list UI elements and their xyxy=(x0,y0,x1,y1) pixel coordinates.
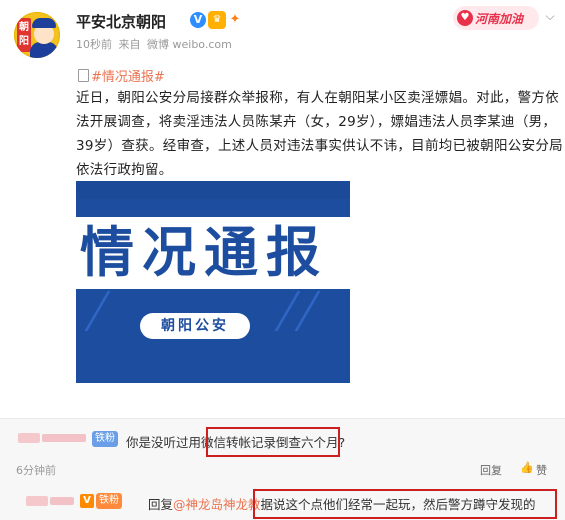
image-headline: 情况通报 xyxy=(76,217,350,289)
comment-avatar-blurred[interactable] xyxy=(26,496,48,506)
account-avatar[interactable]: 朝 阳 xyxy=(14,12,60,58)
reply-button[interactable]: 回复 xyxy=(480,462,502,478)
avatar-seal-char-2: 阳 xyxy=(19,36,29,47)
comment-text-prefix: 你是没听过用 xyxy=(126,435,202,450)
post-body: 近日，朝阳公安分局接群众举报称，有人在朝阳某小区卖淫嫖娼。对此，警方依 法开展调… xyxy=(76,86,563,182)
member-crown-icon: ♛ xyxy=(208,11,226,29)
comment-time: 6分钟前 xyxy=(16,464,56,477)
post-body-line: 法开展调查，将卖淫违法人员陈某卉（女，29岁），嫖娼违法人员李某迪（男， xyxy=(76,114,557,130)
post-meta: 10秒前 来自 微博 weibo.com xyxy=(76,36,235,52)
avatar-police-body xyxy=(30,42,58,58)
like-icon[interactable]: 👍 xyxy=(520,461,534,474)
post-source[interactable]: 微博 weibo.com xyxy=(147,38,232,51)
post-body-line: 39岁）查获。经审查，上述人员对违法事实供认不讳，目前均已被朝阳公安分局 xyxy=(76,138,563,154)
vip-badge-icon: V xyxy=(80,494,94,508)
image-decor-stripe xyxy=(294,291,321,331)
post-body-line: 近日，朝阳公安分局接群众举报称，有人在朝阳某小区卖淫嫖娼。对此，警方依 xyxy=(76,90,559,106)
verified-badge-icon: V xyxy=(190,12,206,28)
image-subtitle: 朝阳公安 xyxy=(140,313,250,339)
topic-icon xyxy=(78,69,89,82)
comment-avatar-blurred[interactable] xyxy=(18,433,40,443)
post-source-prefix: 来自 xyxy=(118,38,141,51)
fan-badge: 铁粉 xyxy=(92,431,118,447)
post-image[interactable]: 情况通报 朝阳公安 xyxy=(76,181,350,383)
highlight-box xyxy=(253,489,557,519)
comment-username-blurred[interactable] xyxy=(50,497,74,505)
heart-icon: ♥ xyxy=(457,10,473,26)
henan-support-badge: ♥ 河南加油 xyxy=(453,6,539,30)
comment-reply-prefix: 回复 xyxy=(148,497,174,512)
topic-text[interactable]: #情况通报# xyxy=(91,70,165,85)
flame-badge-icon: ✦ xyxy=(229,12,241,27)
post-time: 10秒前 xyxy=(76,38,112,51)
account-name[interactable]: 平安北京朝阳 xyxy=(76,11,166,32)
henan-support-text: 河南加油 xyxy=(475,12,524,26)
avatar-seal: 朝 阳 xyxy=(17,18,31,52)
fan-badge: 铁粉 xyxy=(96,493,122,509)
topic-link[interactable]: #情况通报# xyxy=(78,66,165,85)
chevron-down-icon[interactable]: ⌵ xyxy=(543,8,557,24)
image-decor-stripe xyxy=(84,291,111,331)
like-button[interactable]: 赞 xyxy=(536,462,547,478)
post-body-line: 依法行政拘留。 xyxy=(76,162,173,178)
comment-username-blurred[interactable] xyxy=(42,434,86,442)
highlight-box xyxy=(206,427,340,457)
image-top-strip xyxy=(76,181,350,199)
avatar-police-cap xyxy=(32,18,56,28)
avatar-seal-char-1: 朝 xyxy=(19,22,29,33)
comment-reply-target[interactable]: @神龙岛神龙教 xyxy=(173,497,261,512)
